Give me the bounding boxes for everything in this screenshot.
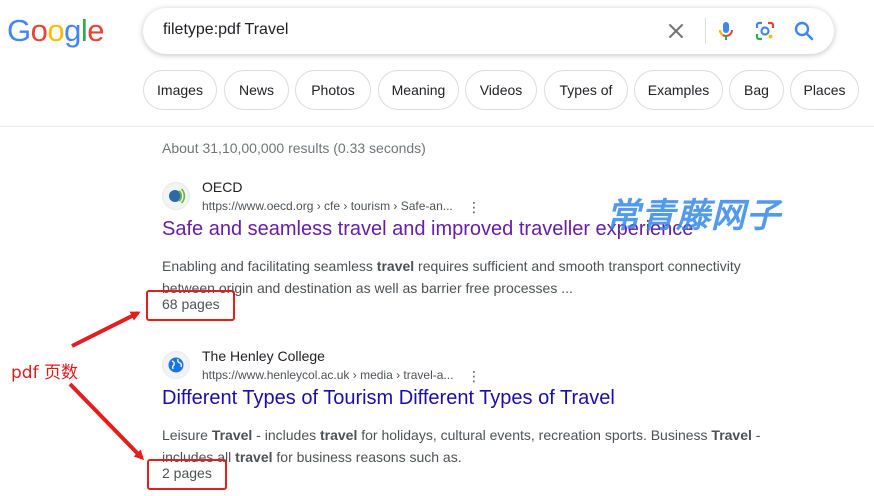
result-url[interactable]: https://www.oecd.org › cfe › tourism › S… — [202, 199, 453, 213]
annotation-highlight-box — [146, 290, 235, 321]
snippet-text: for business reasons such as. — [272, 449, 462, 465]
chip-types-of[interactable]: Types of — [544, 70, 628, 110]
snippet-highlight: travel — [376, 258, 415, 274]
snippet-text: - includes — [252, 427, 320, 443]
chip-videos[interactable]: Videos — [465, 70, 537, 110]
chip-examples[interactable]: Examples — [634, 70, 723, 110]
arrow-to-page-count — [68, 382, 145, 461]
result-url[interactable]: https://www.henleycol.ac.uk › media › tr… — [202, 368, 453, 382]
logo-letter: G — [7, 13, 31, 48]
snippet-highlight: Travel — [211, 427, 253, 443]
globe-icon — [162, 351, 190, 379]
annotation-label: pdf 页数 — [11, 363, 78, 383]
snippet-text: Leisure — [162, 427, 212, 443]
result-snippet: Leisure Travel - includes travel for hol… — [162, 424, 782, 468]
search-result: The Henley College https://www.henleycol… — [162, 348, 802, 481]
result-title-link[interactable]: Different Types of Tourism Different Typ… — [162, 387, 615, 410]
microphone-icon[interactable] — [714, 19, 738, 43]
chip-meaning[interactable]: Meaning — [378, 70, 459, 110]
more-vert-icon[interactable]: ⋮ — [467, 368, 481, 384]
logo-letter: o — [30, 13, 48, 48]
header-divider — [0, 126, 874, 127]
snippet-highlight: travel — [320, 427, 358, 443]
search-divider — [705, 18, 706, 44]
chip-places[interactable]: Places — [790, 70, 859, 110]
more-vert-icon[interactable]: ⋮ — [467, 199, 481, 215]
arrow-to-page-count — [71, 311, 141, 348]
chip-bag[interactable]: Bag — [729, 70, 784, 110]
search-input[interactable]: filetype:pdf Travel — [163, 21, 288, 39]
logo-letter: o — [47, 13, 65, 48]
search-box[interactable]: filetype:pdf Travel — [143, 8, 834, 54]
search-icon[interactable] — [792, 19, 816, 43]
google-logo[interactable]: Google — [7, 13, 105, 49]
snippet-highlight: Travel — [711, 427, 752, 443]
result-snippet: Enabling and facilitating seamless trave… — [162, 255, 782, 299]
annotation-highlight-box — [147, 459, 227, 490]
chip-photos[interactable]: Photos — [295, 70, 371, 110]
snippet-highlight: travel — [235, 449, 273, 465]
close-icon[interactable] — [664, 19, 688, 43]
logo-letter: g — [64, 13, 81, 48]
result-site-name[interactable]: The Henley College — [202, 348, 325, 364]
chip-images[interactable]: Images — [143, 70, 217, 110]
result-stats: About 31,10,00,000 results (0.33 seconds… — [162, 140, 426, 156]
snippet-text: Enabling and facilitating seamless — [162, 258, 377, 274]
result-site-name[interactable]: OECD — [202, 179, 242, 195]
watermark: 常青藤网子 — [606, 196, 781, 236]
snippet-text: for holidays, cultural events, recreatio… — [357, 427, 712, 443]
chip-news[interactable]: News — [224, 70, 289, 110]
lens-icon[interactable] — [753, 19, 777, 43]
logo-letter: e — [87, 13, 105, 48]
oecd-favicon — [162, 182, 190, 210]
